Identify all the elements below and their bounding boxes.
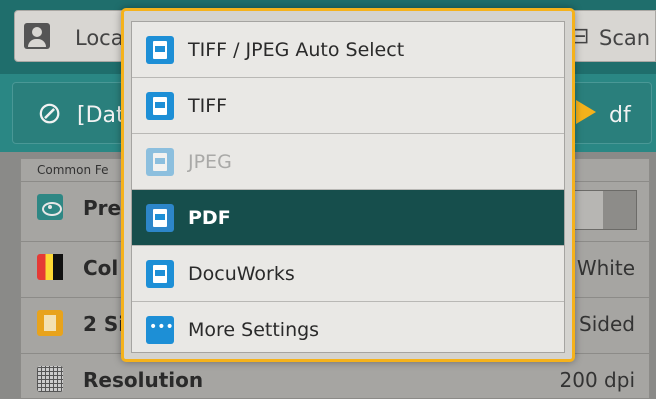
file-format-value: df: [609, 103, 631, 128]
feature-value: Sided: [579, 312, 635, 336]
tiff-jpeg-auto-icon: [146, 36, 174, 64]
pdf-file-icon: [146, 204, 174, 232]
preview-toggle[interactable]: [567, 190, 637, 230]
feature-label: Pre: [83, 196, 122, 220]
menu-item-tiff[interactable]: TIFF: [132, 78, 564, 134]
jpeg-file-icon: [146, 148, 174, 176]
menu-item-more-settings[interactable]: More Settings: [132, 302, 564, 358]
paperclip-icon: ⊘: [37, 96, 63, 131]
tiff-file-icon: [146, 92, 174, 120]
more-dots-icon: [146, 316, 174, 344]
menu-item-label: TIFF / JPEG Auto Select: [188, 39, 405, 61]
feature-label: Col: [83, 256, 119, 280]
menu-item-jpeg[interactable]: JPEG: [132, 134, 564, 190]
menu-item-label: PDF: [188, 207, 231, 229]
file-format-popup: TIFF / JPEG Auto Select TIFF JPEG PDF Do…: [121, 8, 575, 362]
menu-item-pdf[interactable]: PDF: [132, 190, 564, 246]
popup-pointer-arrow: [576, 100, 596, 124]
menu-item-label: JPEG: [188, 151, 232, 173]
login-button[interactable]: Loca: [14, 10, 126, 62]
menu-item-label: DocuWorks: [188, 263, 295, 285]
docuworks-file-icon: [146, 260, 174, 288]
feature-value: 200 dpi: [559, 368, 635, 392]
sided-icon: [37, 310, 63, 336]
feature-value: White: [576, 256, 635, 280]
menu-item-label: More Settings: [188, 319, 320, 341]
feature-label: Resolution: [83, 368, 204, 392]
color-mode-icon: [37, 254, 63, 280]
menu-item-tiff-jpeg-auto[interactable]: TIFF / JPEG Auto Select: [132, 22, 564, 78]
menu-item-docuworks[interactable]: DocuWorks: [132, 246, 564, 302]
resolution-grid-icon: [37, 366, 63, 392]
user-icon: [24, 23, 50, 49]
menu-item-label: TIFF: [188, 95, 228, 117]
features-heading: Common Fe: [37, 163, 109, 177]
eye-icon: [37, 194, 63, 220]
destination-value: [Dat: [77, 103, 125, 128]
scan-label: Scan: [599, 26, 651, 50]
feature-label: 2 Si: [83, 312, 126, 336]
login-label: Loca: [75, 26, 124, 50]
file-format-list: TIFF / JPEG Auto Select TIFF JPEG PDF Do…: [131, 21, 565, 353]
